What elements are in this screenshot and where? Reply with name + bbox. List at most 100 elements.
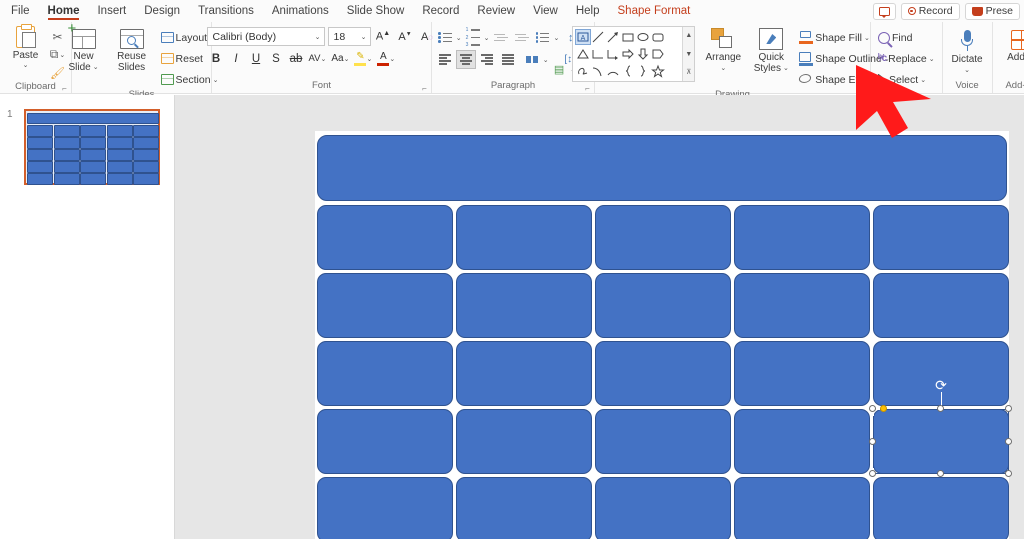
shape-triangle-icon[interactable] [576, 47, 590, 61]
comments-button[interactable] [873, 3, 896, 20]
decrease-indent-button[interactable] [491, 28, 511, 47]
decrease-font-size-button[interactable]: A▼ [396, 27, 415, 46]
shapes-gallery[interactable]: A [572, 26, 695, 82]
tab-view[interactable]: View [524, 0, 567, 22]
resize-handle-bottom-left[interactable] [869, 470, 876, 477]
tab-insert[interactable]: Insert [88, 0, 135, 22]
resize-handle-top-right[interactable] [1005, 405, 1012, 412]
align-right-button[interactable] [477, 50, 497, 69]
dictate-chevron-down-icon[interactable]: ⌄ [964, 65, 970, 76]
shape-textbox-icon[interactable]: A [576, 30, 590, 44]
shapes-scroll-up-icon[interactable]: ▲ [683, 27, 694, 44]
quick-styles-button[interactable]: Quick Styles ⌄ [751, 26, 791, 74]
font-size-input[interactable]: 18 ⌄ [328, 27, 371, 46]
shape-right-brace-icon[interactable] [636, 64, 650, 78]
line-spacing-chevron-down-icon[interactable]: ⌄ [554, 34, 560, 42]
tab-record[interactable]: Record [413, 0, 468, 22]
underline-button[interactable]: U [247, 49, 266, 68]
addin-button[interactable]: Add-in [997, 28, 1024, 63]
bullets-button[interactable] [435, 28, 455, 47]
change-case-chevron-down-icon[interactable]: ⌄ [344, 55, 350, 63]
tab-design[interactable]: Design [135, 0, 189, 22]
shape-line-icon[interactable] [591, 30, 605, 44]
text-highlight-button[interactable]: ✎ ⌄ [352, 49, 374, 68]
justify-button[interactable] [498, 50, 518, 69]
paste-chevron-down-icon[interactable]: ⌄ [23, 61, 29, 69]
strikethrough-button[interactable]: ab [287, 49, 306, 68]
shape-elbow-arrow-icon[interactable] [606, 47, 620, 61]
align-center-button[interactable] [456, 50, 476, 69]
new-slide-button[interactable]: + New Slide ⌄ [62, 27, 106, 73]
columns-button[interactable] [522, 50, 542, 69]
align-left-button[interactable] [435, 50, 455, 69]
font-name-chevron-down-icon[interactable]: ⌄ [315, 33, 321, 41]
record-button[interactable]: Record [901, 3, 960, 20]
tab-transitions[interactable]: Transitions [189, 0, 263, 22]
tab-help[interactable]: Help [567, 0, 609, 22]
paragraph-group-label: Paragraph [436, 80, 590, 93]
columns-chevron-down-icon[interactable]: ⌄ [543, 56, 549, 64]
resize-handle-top-left[interactable] [869, 405, 876, 412]
shape-left-brace-icon[interactable] [621, 64, 635, 78]
slide-canvas[interactable]: ⟳ [315, 131, 1009, 539]
reuse-slides-button[interactable]: Reuse Slides [110, 27, 154, 73]
shape-adjustment-handle[interactable] [880, 405, 887, 412]
font-color-chevron-down-icon[interactable]: ⌄ [389, 55, 395, 63]
font-color-button[interactable]: A ⌄ [375, 49, 397, 68]
tab-slide-show[interactable]: Slide Show [338, 0, 414, 22]
paste-button[interactable]: Paste ⌄ [4, 26, 48, 69]
resize-handle-bottom-center[interactable] [937, 470, 944, 477]
slide-1-thumbnail[interactable] [24, 109, 160, 185]
dictate-button[interactable]: Dictate ⌄ [945, 28, 989, 76]
shape-rounded-rectangle-icon[interactable] [651, 30, 665, 44]
italic-button[interactable]: I [227, 49, 246, 68]
tab-review[interactable]: Review [468, 0, 524, 22]
increase-font-size-button[interactable]: A▲ [374, 27, 393, 46]
slide-thumbnail-panel[interactable]: 1 [0, 95, 175, 539]
shape-right-arrow-icon[interactable] [621, 47, 635, 61]
resize-handle-top-center[interactable] [937, 405, 944, 412]
font-size-chevron-down-icon[interactable]: ⌄ [361, 33, 367, 41]
increase-indent-button[interactable] [512, 28, 532, 47]
line-spacing-button[interactable] [533, 28, 553, 47]
text-shadow-button[interactable]: S [267, 49, 286, 68]
shape-arc-icon[interactable] [606, 64, 620, 78]
quick-styles-chevron-down-icon[interactable]: ⌄ [783, 63, 789, 74]
shape-oval-icon[interactable] [636, 30, 650, 44]
new-slide-chevron-down-icon[interactable]: ⌄ [93, 62, 99, 73]
tab-file[interactable]: File [0, 0, 39, 22]
font-name-input[interactable]: Calibri (Body) ⌄ [207, 27, 325, 46]
shape-curve-icon[interactable] [591, 64, 605, 78]
arrange-chevron-down-icon[interactable]: ⌄ [720, 63, 726, 74]
resize-handle-middle-left[interactable] [869, 438, 876, 445]
tab-animations[interactable]: Animations [263, 0, 338, 22]
text-highlight-chevron-down-icon[interactable]: ⌄ [366, 55, 372, 63]
shape-down-arrow-icon[interactable] [636, 47, 650, 61]
bold-button[interactable]: B [207, 49, 226, 68]
change-case-button[interactable]: Aa ⌄ [329, 49, 351, 68]
resize-handle-bottom-right[interactable] [1005, 470, 1012, 477]
character-spacing-chevron-down-icon[interactable]: ⌄ [320, 55, 326, 63]
tab-shape-format[interactable]: Shape Format [609, 0, 700, 22]
resize-handle-middle-right[interactable] [1005, 438, 1012, 445]
shape-star-icon[interactable] [651, 64, 665, 78]
arrange-button[interactable]: Arrange ⌄ [700, 26, 746, 74]
shape-line-arrow-icon[interactable] [606, 30, 620, 44]
character-spacing-button[interactable]: AV ⌄ [307, 49, 329, 68]
font-dialog-launcher[interactable]: ⌐ [420, 84, 429, 93]
shape-rectangle-icon[interactable] [621, 30, 635, 44]
convert-to-smartart-button[interactable]: ▤ [549, 60, 569, 79]
present-button[interactable]: Prese [965, 3, 1020, 20]
shape-scribble-icon[interactable] [576, 64, 590, 78]
numbering-button[interactable]: 1 2 3 [463, 28, 483, 47]
slide-editing-stage[interactable]: ⟳ [175, 95, 1024, 539]
bullets-chevron-down-icon[interactable]: ⌄ [456, 34, 462, 42]
shape-elbow-connector-icon[interactable] [591, 47, 605, 61]
shapes-scroll-down-icon[interactable]: ▼ [683, 46, 694, 63]
shape-pentagon-tag-icon[interactable] [651, 47, 665, 61]
shapes-more-icon[interactable]: ⊼ [683, 64, 694, 81]
numbering-chevron-down-icon[interactable]: ⌄ [484, 34, 490, 42]
tab-home[interactable]: Home [39, 0, 89, 22]
shapes-gallery-scroller[interactable]: ▲ ▼ ⊼ [682, 27, 694, 81]
rotation-handle[interactable]: ⟳ [934, 378, 948, 392]
